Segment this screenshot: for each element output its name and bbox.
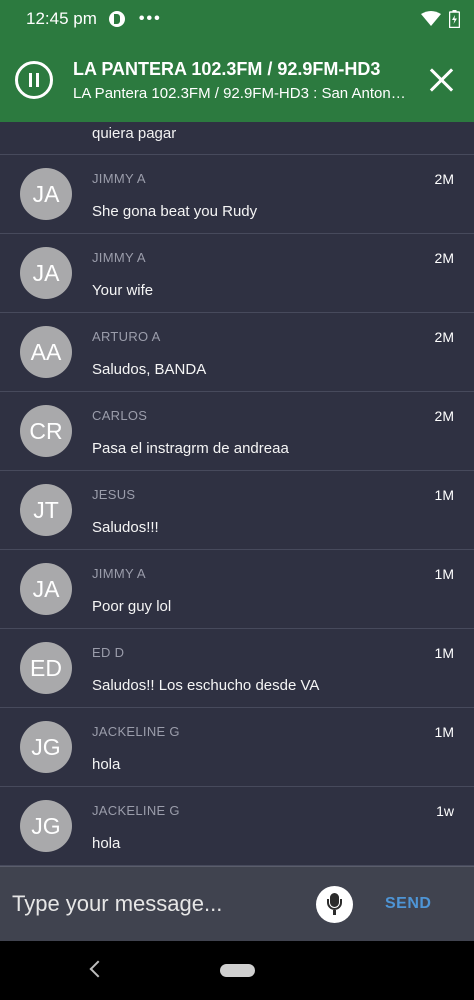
message-text: quiera pagar xyxy=(92,125,177,142)
avatar: JA xyxy=(20,168,72,220)
message-time: 1M xyxy=(434,487,454,503)
message-row: JG JACKELINE G 1w hola xyxy=(0,787,474,866)
avatar: JA xyxy=(20,563,72,615)
close-icon[interactable] xyxy=(426,65,456,95)
station-title: LA PANTERA 102.3FM / 92.9FM-HD3 xyxy=(73,58,381,79)
sender-name: CARLOS xyxy=(92,408,148,423)
avatar: CR xyxy=(20,405,72,457)
sender-name: JESUS xyxy=(92,487,136,502)
sender-name: ED D xyxy=(92,645,125,660)
sender-name: JACKELINE G xyxy=(92,724,180,739)
sender-name: JIMMY A xyxy=(92,250,146,265)
station-subtitle: LA Pantera 102.3FM / 92.9FM-HD3 : San An… xyxy=(73,84,408,102)
avatar: ED xyxy=(20,642,72,694)
message-row: JA JIMMY A 1M Poor guy lol xyxy=(0,550,474,629)
message-text: She gona beat you Rudy xyxy=(92,203,258,220)
message-time: 2M xyxy=(434,171,454,187)
sender-name: JIMMY A xyxy=(92,566,146,581)
status-bar: 12:45 pm ••• xyxy=(0,0,474,38)
message-text: Pasa el instragrm de andreaa xyxy=(92,440,289,457)
microphone-icon[interactable] xyxy=(316,886,353,923)
message-row: JA JIMMY A 2M Your wife xyxy=(0,234,474,313)
message-text: hola xyxy=(92,835,121,852)
mic-stem xyxy=(333,910,336,915)
send-button[interactable]: SEND xyxy=(385,895,431,913)
avatar: AA xyxy=(20,326,72,378)
message-time: 2M xyxy=(434,250,454,266)
message-text: Saludos, BANDA xyxy=(92,361,207,378)
message-row: CR CARLOS 2M Pasa el instragrm de andrea… xyxy=(0,392,474,471)
battery-icon xyxy=(449,10,460,28)
message-text: Saludos!! Los eschucho desde VA xyxy=(92,677,320,694)
message-time: 1M xyxy=(434,645,454,661)
message-row: ED ED D 1M Saludos!! Los eschucho desde … xyxy=(0,629,474,708)
more-notifications-icon: ••• xyxy=(138,10,162,27)
home-button[interactable] xyxy=(220,964,255,977)
message-time: 2M xyxy=(434,329,454,345)
clock: 12:45 pm xyxy=(26,9,97,28)
message-time: 1M xyxy=(434,724,454,740)
avatar: JG xyxy=(20,800,72,852)
message-composer: SEND xyxy=(0,866,474,941)
mic-arc xyxy=(327,899,342,910)
back-icon[interactable] xyxy=(89,960,107,978)
message-time: 1M xyxy=(434,566,454,582)
avatar: JA xyxy=(20,247,72,299)
now-playing-banner: LA PANTERA 102.3FM / 92.9FM-HD3 LA Pante… xyxy=(0,38,474,122)
message-text: hola xyxy=(92,756,121,773)
message-text: Your wife xyxy=(92,282,154,299)
pause-button[interactable] xyxy=(15,61,53,99)
wifi-icon xyxy=(421,11,441,26)
pause-icon-bar xyxy=(36,73,39,87)
now-playing-info[interactable]: LA PANTERA 102.3FM / 92.9FM-HD3 LA Pante… xyxy=(73,59,408,102)
sender-name: JACKELINE G xyxy=(92,803,180,818)
message-row: AA ARTURO A 2M Saludos, BANDA xyxy=(0,313,474,392)
avatar: JG xyxy=(20,721,72,773)
sender-name: ARTURO A xyxy=(92,329,161,344)
message-list[interactable]: JA JIMMY A 2M She gona beat you Rudy JA … xyxy=(0,155,474,866)
message-input[interactable] xyxy=(12,891,302,917)
message-text: Saludos!!! xyxy=(92,519,159,536)
notification-app-icon xyxy=(108,11,125,27)
chat-screen: 12:45 pm ••• LA PANTERA 102.3FM / 92.9FM… xyxy=(0,0,474,1000)
message-time: 1w xyxy=(436,803,454,819)
message-text: Poor guy lol xyxy=(92,598,172,615)
message-row: JG JACKELINE G 1M hola xyxy=(0,708,474,787)
partial-message-row: quiera pagar xyxy=(0,122,474,155)
sender-name: JIMMY A xyxy=(92,171,146,186)
message-row: JT JESUS 1M Saludos!!! xyxy=(0,471,474,550)
pause-icon-bar xyxy=(29,73,32,87)
message-time: 2M xyxy=(434,408,454,424)
navigation-bar xyxy=(0,941,474,1000)
message-row: JA JIMMY A 2M She gona beat you Rudy xyxy=(0,155,474,234)
avatar: JT xyxy=(20,484,72,536)
